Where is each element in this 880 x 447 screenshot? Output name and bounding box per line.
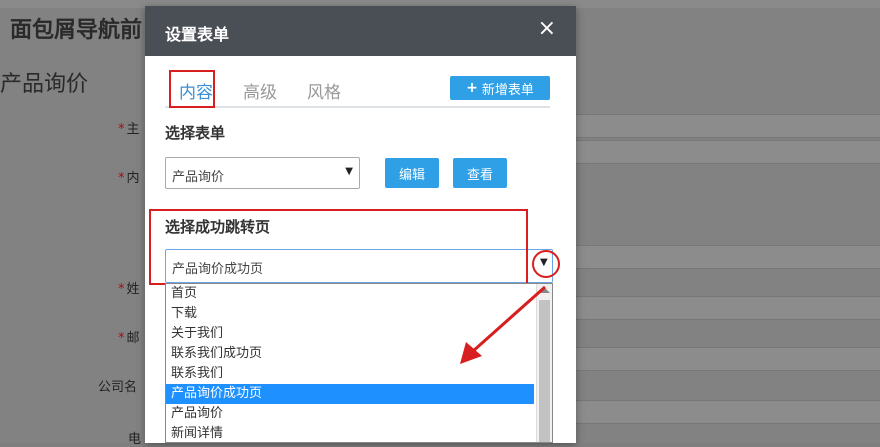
annotation-arrow <box>460 285 546 364</box>
annotation-arrow-line <box>471 285 546 354</box>
